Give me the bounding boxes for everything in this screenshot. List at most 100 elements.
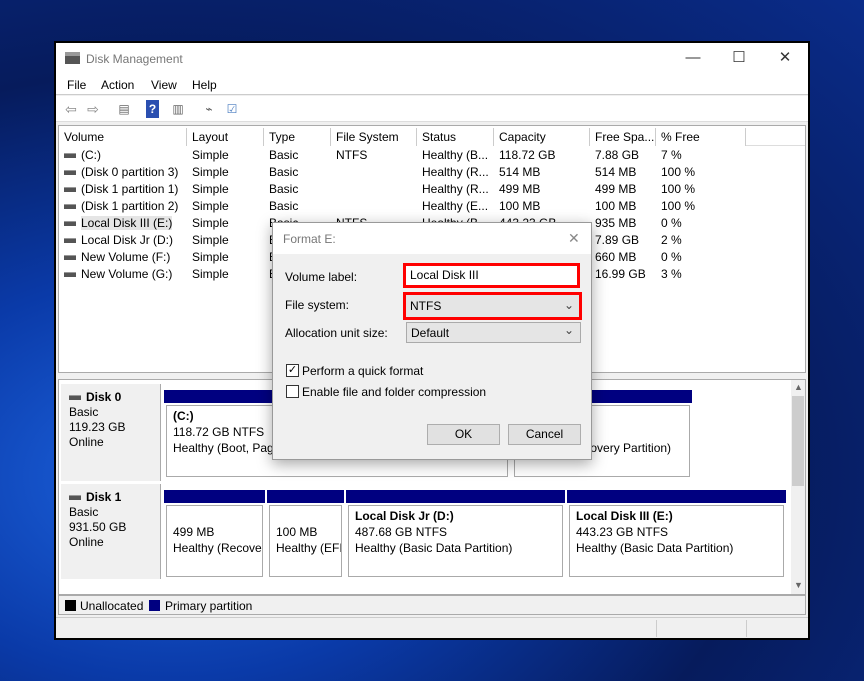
disk-icon xyxy=(69,495,81,501)
cell-layout: Simple xyxy=(192,148,229,162)
cell--free: 0 % xyxy=(661,216,682,230)
file-system-label: File system: xyxy=(285,298,350,312)
partition-name: Local Disk III (E:) xyxy=(576,509,673,523)
partition-1-2[interactable]: Local Disk Jr (D:) 487.68 GB NTFS Healthy … xyxy=(348,505,563,577)
forward-arrow-icon[interactable]: ⇨ xyxy=(83,100,103,118)
column-file-system[interactable]: File System xyxy=(331,128,417,146)
allocation-unit-label: Allocation unit size: xyxy=(285,326,388,340)
list-header: Volume Layout Type File System Status Ca… xyxy=(59,126,805,146)
cell-volume: New Volume (G:) xyxy=(64,266,189,283)
cell-status: Healthy (R... xyxy=(422,182,489,196)
volume-icon xyxy=(64,153,76,159)
cell-volume: (C:) xyxy=(64,147,189,164)
minimize-button[interactable]: — xyxy=(670,43,716,73)
disk-icon xyxy=(69,395,81,401)
partition-name xyxy=(173,508,256,524)
cell--free: 2 % xyxy=(661,233,682,247)
table-row[interactable]: (Disk 1 partition 2) Simple Basic Healthy (… xyxy=(59,198,799,215)
back-arrow-icon[interactable]: ⇦ xyxy=(61,100,81,118)
status-bar xyxy=(56,617,808,638)
compression-label[interactable]: Enable file and folder compression xyxy=(302,385,486,399)
volume-label-label: Volume label: xyxy=(285,270,358,284)
menu-view[interactable]: View xyxy=(151,78,177,92)
toolbar: ⇦ ⇨ ▤ ? ▥ ⌁ ☑ xyxy=(56,96,808,122)
dialog-close-button[interactable]: ✕ xyxy=(568,230,580,247)
dialog-title: Format E: xyxy=(283,232,336,246)
volume-name: (C:) xyxy=(81,148,101,162)
cell-volume: Local Disk Jr (D:) xyxy=(64,232,189,249)
disk-type: Basic xyxy=(69,505,99,519)
menu-bar: File Action View Help xyxy=(56,73,808,95)
help-icon[interactable]: ? xyxy=(146,100,159,118)
menu-action[interactable]: Action xyxy=(101,78,134,92)
table-row[interactable]: (C:) Simple Basic NTFS Healthy (B... 118.72 G… xyxy=(59,147,799,164)
disk-1-label[interactable]: Disk 1 Basic 931.50 GB Online xyxy=(61,484,161,579)
volume-icon xyxy=(64,238,76,244)
ok-button[interactable]: OK xyxy=(427,424,500,445)
column-volume[interactable]: Volume xyxy=(59,128,187,146)
properties-list-icon[interactable]: ☑ xyxy=(222,100,242,118)
cancel-button[interactable]: Cancel xyxy=(508,424,581,445)
partition-status: Healthy (Recovery Partition) xyxy=(173,541,262,555)
cell-status: Healthy (R... xyxy=(422,165,489,179)
dialog-title-bar: Format E: ✕ xyxy=(273,223,591,254)
volume-label-input[interactable]: Local Disk III xyxy=(403,263,580,288)
legend-label-unallocated: Unallocated xyxy=(80,599,144,613)
partition-size: 443.23 GB NTFS xyxy=(576,525,669,539)
cell-free-spa: 7.89 GB xyxy=(595,233,640,247)
table-row[interactable]: (Disk 1 partition 1) Simple Basic Healthy (… xyxy=(59,181,799,198)
partition-1-0[interactable]: 499 MB Healthy (Recovery Partition) xyxy=(166,505,263,577)
cell-free-spa: 100 MB xyxy=(595,199,637,213)
chevron-down-icon: ⌄ xyxy=(564,323,575,337)
disk-0-label[interactable]: Disk 0 Basic 119.23 GB Online xyxy=(61,384,161,481)
scroll-up-icon[interactable]: ▲ xyxy=(794,382,803,392)
volume-name: Local Disk Jr (D:) xyxy=(81,233,174,247)
partition-bar xyxy=(164,490,265,503)
legend-swatch-primary xyxy=(149,600,160,611)
quick-format-label[interactable]: Perform a quick format xyxy=(302,364,423,378)
column-free-space[interactable]: Free Spa... xyxy=(590,128,656,146)
cell-capacity: 118.72 GB xyxy=(499,148,556,162)
cell-layout: Simple xyxy=(192,267,229,281)
cell-type: Basic xyxy=(269,148,299,162)
partition-1-3[interactable]: Local Disk III (E:) 443.23 GB NTFS Healthy… xyxy=(569,505,784,577)
maximize-button[interactable]: ☐ xyxy=(716,43,762,73)
cell-volume: (Disk 0 partition 3) xyxy=(64,164,189,181)
cell-layout: Simple xyxy=(192,182,229,196)
connect-drive-icon[interactable]: ⌁ xyxy=(199,100,219,118)
column-type[interactable]: Type xyxy=(264,128,331,146)
cell-type: Basic xyxy=(269,182,299,196)
column-status[interactable]: Status xyxy=(417,128,494,146)
cell-free-spa: 935 MB xyxy=(595,216,637,230)
action-pane-icon[interactable]: ▥ xyxy=(168,100,188,118)
column-capacity[interactable]: Capacity xyxy=(494,128,590,146)
file-system-select[interactable]: NTFS ⌄ xyxy=(403,292,582,320)
cell-layout: Simple xyxy=(192,165,229,179)
table-row[interactable]: (Disk 0 partition 3) Simple Basic Healthy (… xyxy=(59,164,799,181)
console-tree-icon[interactable]: ▤ xyxy=(114,100,134,118)
cell-layout: Simple xyxy=(192,250,229,264)
scrollbar-thumb[interactable] xyxy=(792,396,804,486)
scroll-down-icon[interactable]: ▼ xyxy=(794,580,803,590)
cell-capacity: 514 MB xyxy=(499,165,541,179)
allocation-unit-select[interactable]: Default ⌄ xyxy=(406,322,581,343)
volume-icon xyxy=(64,272,76,278)
quick-format-checkbox[interactable]: ✓ xyxy=(286,364,299,377)
column-layout[interactable]: Layout xyxy=(187,128,264,146)
column-percent-free[interactable]: % Free xyxy=(656,128,746,146)
cell--free: 100 % xyxy=(661,165,696,179)
close-button[interactable]: ✕ xyxy=(762,43,808,73)
menu-file[interactable]: File xyxy=(67,78,86,92)
partition-1-1[interactable]: 100 MB Healthy (EFI System Partition) xyxy=(269,505,342,577)
cell--free: 100 % xyxy=(661,199,696,213)
cell-type: Basic xyxy=(269,199,299,213)
partition-status: Healthy (Basic Data Partition) xyxy=(355,541,513,555)
legend-label-primary: Primary partition xyxy=(165,599,253,613)
vertical-scrollbar[interactable]: ▲ ▼ xyxy=(791,380,805,594)
disk-state: Online xyxy=(69,535,104,549)
menu-help[interactable]: Help xyxy=(192,78,217,92)
compression-checkbox[interactable] xyxy=(286,385,299,398)
cell-file-system: NTFS xyxy=(336,148,368,162)
cell-free-spa: 499 MB xyxy=(595,182,637,196)
partition-size: 487.68 GB NTFS xyxy=(355,525,448,539)
